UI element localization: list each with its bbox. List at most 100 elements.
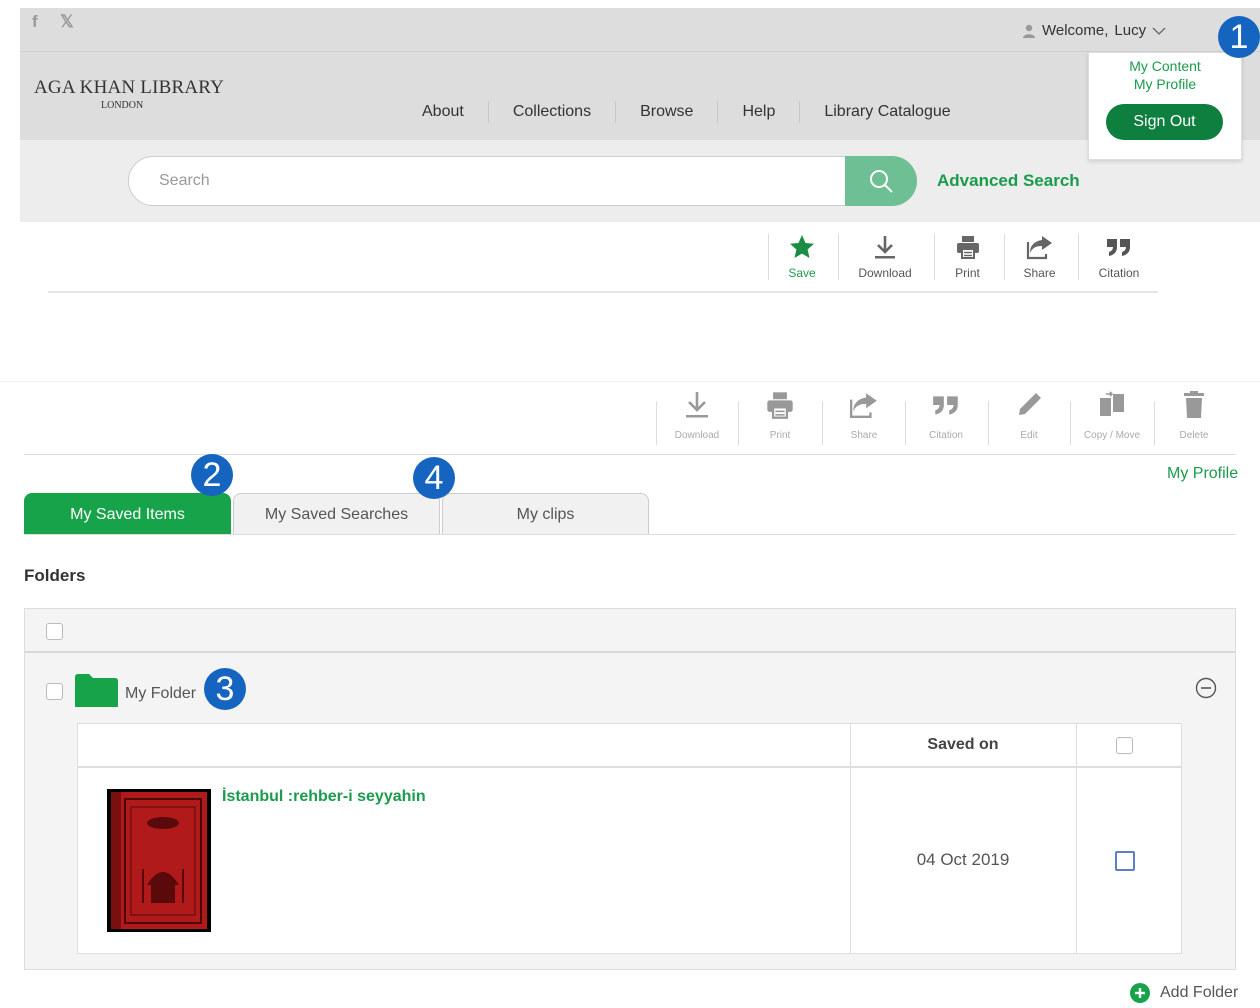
tab-my-saved-searches[interactable]: My Saved Searches: [233, 493, 440, 535]
toolbar-separator: [838, 234, 839, 280]
items-download-button[interactable]: Download: [662, 390, 732, 441]
items-edit-label: Edit: [1020, 430, 1038, 441]
divider: [24, 651, 1236, 653]
item-title-link[interactable]: İstanbul :rehber-i seyyahin: [222, 788, 426, 806]
toolbar-separator: [934, 234, 935, 280]
my-profile-link[interactable]: My Profile: [1167, 465, 1238, 483]
nav-help[interactable]: Help: [718, 101, 801, 123]
toolbar-separator: [768, 234, 769, 280]
quote-icon: [1107, 239, 1130, 256]
toolbar-separator: [822, 401, 823, 445]
sign-out-button[interactable]: Sign Out: [1106, 104, 1223, 140]
items-download-label: Download: [674, 430, 720, 441]
pencil-icon: [1019, 393, 1041, 415]
nav-browse[interactable]: Browse: [616, 101, 719, 123]
print-button[interactable]: Print: [940, 234, 995, 280]
nav-library-catalogue[interactable]: Library Catalogue: [800, 101, 974, 123]
items-edit-button[interactable]: Edit: [1001, 390, 1057, 441]
collapse-icon[interactable]: [1195, 677, 1217, 699]
toolbar-separator: [988, 401, 989, 445]
toolbar-separator: [1070, 401, 1071, 445]
book-thumbnail[interactable]: [107, 789, 211, 932]
saved-on-column-header[interactable]: Saved on: [850, 736, 1076, 754]
item-saved-on: 04 Oct 2019: [916, 850, 1010, 869]
column-divider: [1076, 723, 1077, 954]
search-input[interactable]: [128, 156, 868, 206]
user-icon: [1023, 24, 1035, 38]
toolbar-separator: [656, 401, 657, 445]
logo[interactable]: AGA KHAN LIBRARY: [34, 77, 224, 99]
divider: [0, 381, 1260, 382]
citation-button[interactable]: Citation: [1086, 234, 1152, 280]
annotation-badge-2: 2: [191, 454, 233, 496]
download-icon: [875, 236, 895, 259]
print-label: Print: [955, 266, 980, 280]
printer-icon: [956, 236, 979, 259]
items-print-button[interactable]: Print: [752, 390, 808, 441]
items-delete-label: Delete: [1179, 430, 1209, 441]
trash-icon: [1184, 391, 1204, 418]
select-all-folders-checkbox[interactable]: [46, 623, 63, 640]
share-label: Share: [1023, 266, 1056, 280]
toolbar-separator: [1154, 401, 1155, 445]
items-print-label: Print: [769, 430, 791, 441]
plus-circle-icon: [1130, 983, 1150, 1003]
main-nav: About Collections Browse Help Library Ca…: [398, 101, 975, 123]
share-button[interactable]: Share: [1012, 234, 1067, 280]
toolbar-separator: [738, 401, 739, 445]
folders-heading: Folders: [24, 566, 86, 585]
twitter-icon[interactable]: 𝕏: [60, 12, 74, 32]
items-delete-button[interactable]: Delete: [1166, 390, 1222, 441]
save-label: Save: [788, 266, 816, 280]
tab-my-saved-items[interactable]: My Saved Items: [24, 493, 231, 535]
download-label: Download: [858, 266, 912, 280]
items-citation-button[interactable]: Citation: [915, 390, 977, 441]
toolbar-separator: [905, 401, 906, 445]
items-share-label: Share: [850, 430, 878, 441]
column-divider: [850, 723, 851, 954]
annotation-badge-4: 4: [413, 457, 455, 499]
save-button[interactable]: Save: [772, 234, 832, 280]
items-citation-label: Citation: [929, 430, 963, 441]
download-icon: [686, 392, 708, 418]
printer-icon: [767, 392, 793, 419]
table-header-divider: [77, 766, 1182, 768]
select-all-items-checkbox[interactable]: [1116, 737, 1133, 754]
add-folder-button[interactable]: Add Folder: [1130, 983, 1238, 1003]
my-content-link[interactable]: My Content: [1088, 58, 1242, 74]
annotation-badge-1: 1: [1218, 16, 1260, 58]
toolbar-separator: [1004, 234, 1005, 280]
user-menu-toggle[interactable]: Welcome, Lucy: [1022, 22, 1166, 39]
logo-subtitle: LONDON: [101, 100, 144, 111]
divider: [24, 534, 1236, 535]
download-button[interactable]: Download: [845, 234, 925, 280]
nav-about[interactable]: About: [398, 101, 489, 123]
items-share-button[interactable]: Share: [836, 390, 892, 441]
tab-my-clips[interactable]: My clips: [442, 493, 649, 535]
share-icon: [1026, 236, 1052, 260]
citation-label: Citation: [1098, 266, 1140, 280]
items-copy-move-label: Copy / Move: [1083, 430, 1141, 441]
item-checkbox[interactable]: [1115, 851, 1135, 871]
annotation-badge-3: 3: [204, 668, 246, 710]
search-button[interactable]: [845, 156, 917, 206]
toolbar-separator: [1078, 234, 1079, 280]
search-icon: [870, 170, 893, 193]
my-profile-menu-link[interactable]: My Profile: [1088, 76, 1242, 92]
chevron-down-icon: [1152, 27, 1166, 35]
divider: [48, 291, 1158, 293]
copy-move-icon: [1100, 391, 1124, 416]
book-cover-image: [111, 792, 207, 929]
folder-name[interactable]: My Folder: [125, 685, 196, 703]
user-name: Lucy: [1114, 22, 1147, 39]
folder-checkbox[interactable]: [46, 683, 63, 700]
folder-items-table: [77, 723, 1182, 954]
share-icon: [849, 393, 877, 418]
nav-collections[interactable]: Collections: [489, 101, 617, 123]
items-copy-move-button[interactable]: Copy / Move: [1076, 390, 1148, 441]
advanced-search-link[interactable]: Advanced Search: [937, 171, 1080, 191]
welcome-text: Welcome,: [1042, 22, 1109, 39]
folder-icon: [75, 674, 118, 707]
facebook-icon[interactable]: f: [32, 12, 38, 32]
star-icon: [790, 235, 814, 258]
